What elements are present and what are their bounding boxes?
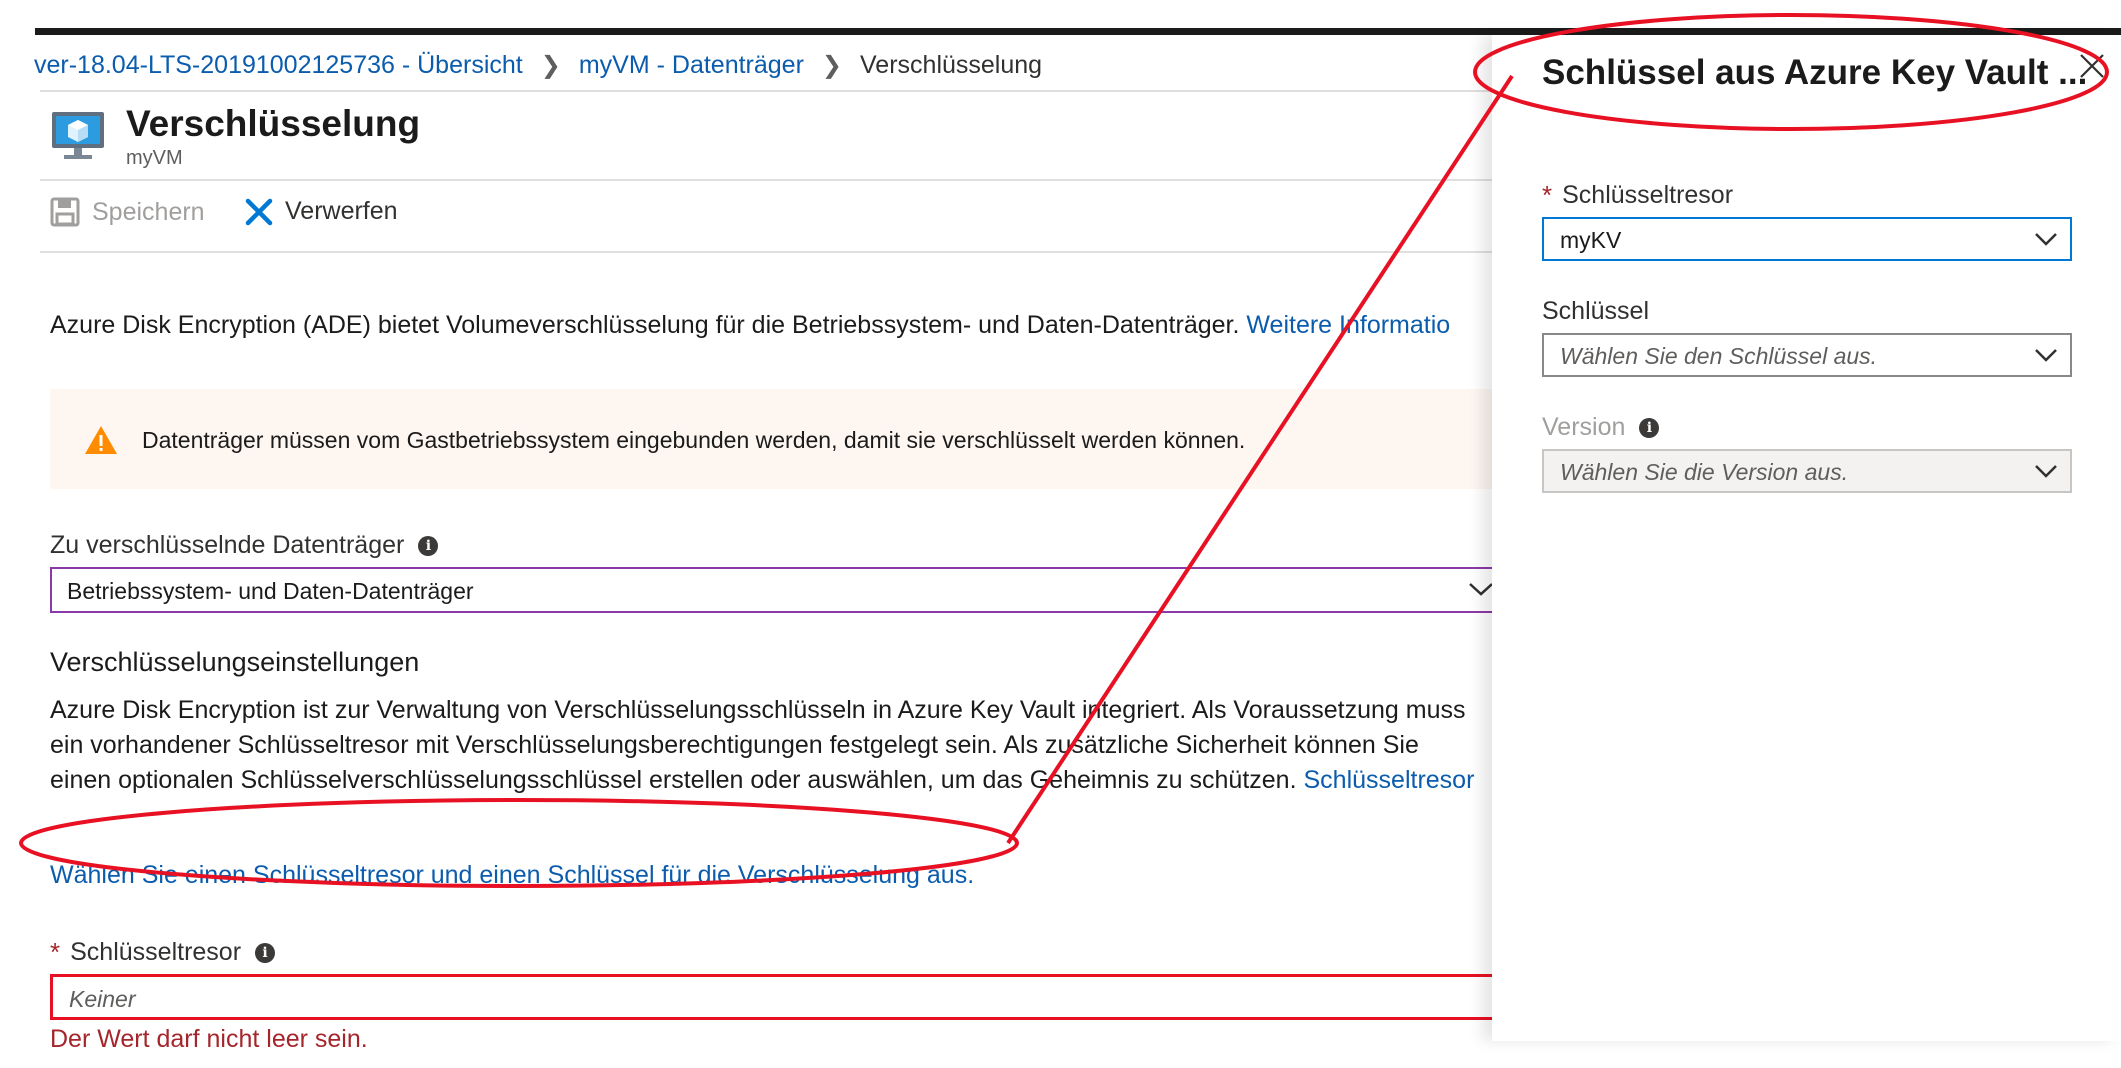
settings-line: einen optionalen Schlüsselverschlüsselun… [50, 763, 1492, 798]
chevron-right-icon: ❯ [821, 52, 843, 79]
chevron-down-icon [2035, 349, 2057, 362]
settings-line: Azure Disk Encryption ist zur Verwaltung… [50, 696, 1466, 724]
warning-text: Datenträger müssen vom Gastbetriebssyste… [142, 427, 1246, 453]
chevron-down-icon [2035, 233, 2057, 246]
breadcrumb: ver-18.04-LTS-20191002125736 - Übersicht… [34, 51, 1043, 80]
key-dropdown[interactable]: Wählen Sie den Schlüssel aus. [1542, 333, 2072, 377]
close-icon [245, 198, 273, 225]
description: Azure Disk Encryption (ADE) bietet Volum… [50, 311, 1450, 340]
divider [40, 251, 1492, 253]
chevron-down-icon [2035, 465, 2057, 478]
breadcrumb-link-overview[interactable]: ver-18.04-LTS-20191002125736 - Übersicht [34, 51, 523, 80]
divider [40, 90, 1492, 92]
page-subtitle: myVM [126, 147, 183, 169]
section-title: Verschlüsselungseinstellungen [50, 647, 420, 677]
page-title: Verschlüsselung [126, 103, 421, 144]
key-dropdown-placeholder: Wählen Sie den Schlüssel aus. [1560, 343, 1878, 369]
breadcrumb-link-disks[interactable]: myVM - Datenträger [579, 51, 804, 80]
breadcrumb-current: Verschlüsselung [860, 51, 1043, 79]
disks-dropdown-value: Betriebssystem- und Daten-Datenträger [67, 578, 474, 604]
disks-dropdown[interactable]: Betriebssystem- und Daten-Datenträger [50, 567, 1492, 613]
keyvault-placeholder: Keiner [69, 986, 136, 1012]
warning-banner: Datenträger müssen vom Gastbetriebssyste… [50, 389, 1492, 489]
virtual-machine-icon [52, 112, 104, 159]
chevron-down-icon [1469, 583, 1492, 596]
key-label: Schlüssel [1542, 297, 1649, 326]
learn-more-link[interactable]: Weitere Informatio [1246, 311, 1450, 339]
chevron-right-icon: ❯ [540, 52, 561, 79]
required-marker: * [50, 937, 61, 967]
keyvault-input[interactable]: Keiner [50, 974, 1492, 1020]
key-vault-link[interactable]: Schlüsseltresor [1304, 766, 1475, 794]
settings-description: Azure Disk Encryption ist zur Verwaltung… [50, 693, 1492, 798]
save-label: Speichern [92, 197, 205, 226]
vault-dropdown-value: myKV [1560, 227, 1622, 253]
keyvault-label-text: Schlüsseltresor [70, 938, 242, 966]
vault-label: * Schlüsseltresor [1542, 180, 1733, 211]
save-icon [50, 197, 80, 227]
discard-label: Verwerfen [285, 197, 398, 225]
discard-button[interactable]: Verwerfen [245, 197, 398, 226]
version-dropdown: Wählen Sie die Version aus. [1542, 449, 2072, 493]
warning-icon [85, 426, 117, 454]
version-dropdown-placeholder: Wählen Sie die Version aus. [1560, 459, 1849, 485]
divider [40, 179, 1492, 181]
disks-label-text: Zu verschlüsselnde Datenträger [50, 531, 405, 559]
encryption-blade: ver-18.04-LTS-20191002125736 - Übersicht… [0, 35, 1492, 1068]
disks-label: Zu verschlüsselnde Datenträger i [50, 531, 439, 560]
info-icon[interactable]: i [418, 535, 439, 556]
panel-title: Schlüssel aus Azure Key Vault ... [1542, 53, 2088, 92]
info-icon[interactable]: i [255, 942, 276, 963]
settings-line: ein vorhandener Schlüsseltresor mit Vers… [50, 731, 1419, 759]
close-icon[interactable] [2077, 51, 2107, 81]
vault-dropdown[interactable]: myKV [1542, 217, 2072, 261]
top-border [35, 28, 2121, 35]
info-icon[interactable]: i [1639, 417, 1660, 438]
key-picker-panel: Schlüssel aus Azure Key Vault ... * Schl… [1492, 35, 2121, 1041]
version-label-text: Version [1542, 413, 1626, 441]
key-label-text: Schlüssel [1542, 297, 1649, 325]
keyvault-label: * Schlüsseltresor i [50, 937, 276, 968]
save-button[interactable]: Speichern [50, 197, 205, 227]
description-text: Azure Disk Encryption (ADE) bietet Volum… [50, 311, 1240, 339]
choose-key-vault-link[interactable]: Wählen Sie einen Schlüsseltresor und ein… [50, 861, 974, 890]
validation-error: Der Wert darf nicht leer sein. [50, 1025, 368, 1053]
settings-line-text: einen optionalen Schlüsselverschlüsselun… [50, 766, 1297, 794]
vault-label-text: Schlüsseltresor [1562, 181, 1734, 209]
required-marker: * [1542, 180, 1553, 210]
version-label: Version i [1542, 413, 1660, 442]
